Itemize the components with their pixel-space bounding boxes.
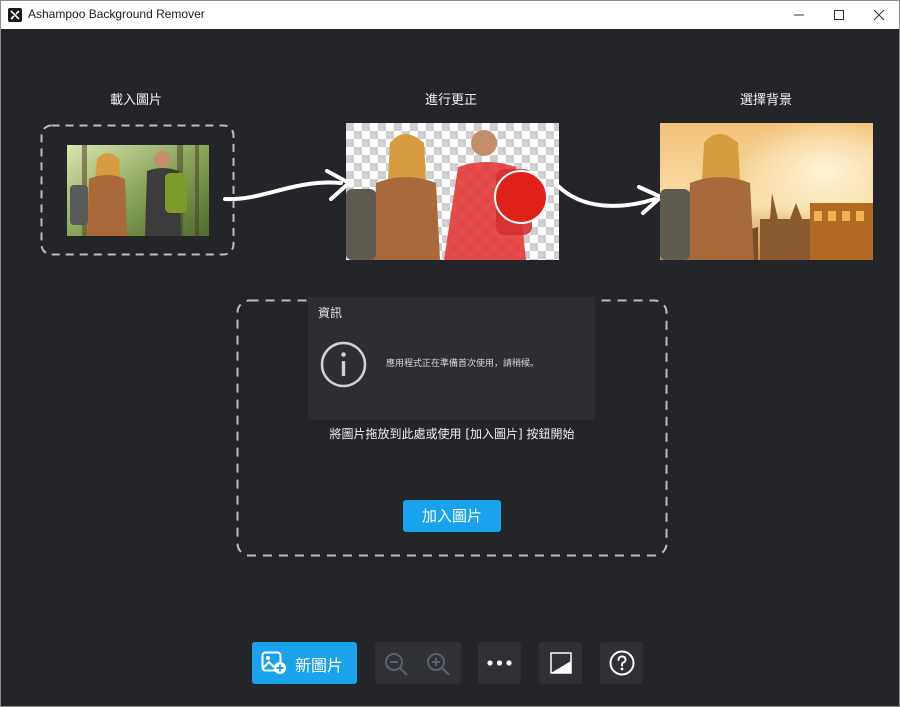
info-dialog-title: 資訊 [318,306,343,320]
info-circle-icon [320,341,367,388]
more-options-button[interactable] [478,642,521,684]
new-background-photo [660,123,873,260]
arrow-right-icon [555,183,663,215]
app-logo-icon [8,8,22,22]
compare-view-button[interactable] [539,642,582,684]
zoom-out-icon[interactable] [383,651,409,677]
close-icon [873,9,885,21]
info-dialog: 資訊 應用程式正在準備首次使用，請稍候。 [308,297,595,420]
minimize-icon [794,14,804,16]
more-icon [487,660,512,666]
window-title: Ashampoo Background Remover [28,7,205,21]
new-image-label: 新圖片 [295,656,344,675]
compare-icon [550,652,572,674]
title-bar[interactable]: Ashampoo Background Remover [1,1,899,29]
new-image-button[interactable]: 新圖片 [252,642,357,684]
maximize-icon [834,10,844,20]
step-label-background: 選擇背景 [739,93,792,108]
drop-hint-text: 將圖片拖放到此處或使用 [加入圖片] 按鈕開始 [329,427,575,441]
zoom-in-icon[interactable] [425,651,451,677]
step-label-load: 載入圖片 [109,93,162,108]
help-icon [609,650,635,676]
main-area: 載入圖片 進行更正 選擇背景 資訊 應用程式正在準備首次使用，請稍候。 將圖片拖… [1,29,899,706]
original-photo [67,145,209,236]
close-button[interactable] [859,1,899,29]
cutout-photo [346,123,559,260]
minimize-button[interactable] [779,1,819,29]
arrow-right-icon [223,169,351,202]
app-window: Ashampoo Background Remover 載入圖片 進行更正 選擇… [0,0,900,707]
zoom-controls [375,642,461,684]
maximize-button[interactable] [819,1,859,29]
help-button[interactable] [600,642,643,684]
info-dialog-message: 應用程式正在準備首次使用，請稍候。 [386,359,540,369]
step-label-correct: 進行更正 [424,93,477,108]
add-image-button[interactable]: 加入圖片 [403,500,501,532]
add-image-icon [261,651,286,674]
